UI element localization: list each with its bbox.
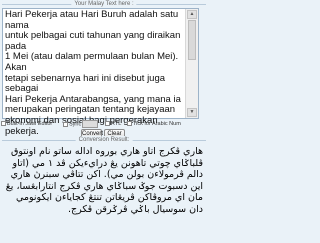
arabic-num-checkbox[interactable] <box>127 121 132 127</box>
malay-text-value[interactable]: Hari Pekerja atau Hari Buruh adalah satu… <box>5 9 186 137</box>
malay-text-input[interactable]: Hari Pekerja atau Hari Buruh adalah satu… <box>2 8 199 136</box>
sync-checkbox[interactable] <box>63 121 68 127</box>
scroll-up-icon[interactable]: ▲ <box>187 10 197 19</box>
builtin-editor-checkbox[interactable] <box>1 121 6 127</box>
input-legend-label: Your Malay Text here : <box>71 0 137 8</box>
scroll-down-icon[interactable]: ▼ <box>187 108 197 117</box>
rtl-option[interactable]: RTL <box>105 120 121 129</box>
builtin-editor-label: Built-in Jawi Editor <box>7 121 53 127</box>
result-legend-label: Conversion Result: <box>75 136 133 144</box>
sync-button[interactable] <box>82 120 99 128</box>
rtl-label: RTL <box>111 121 122 127</box>
input-legend: Your Malay Text here : <box>2 0 206 8</box>
rtl-checkbox[interactable] <box>105 121 110 127</box>
arabic-num-option[interactable]: Tick for Arabic Num <box>127 120 181 129</box>
arabic-num-label: Tick for Arabic Num <box>133 121 181 127</box>
sync-label: Sync <box>69 121 82 128</box>
result-legend: Conversion Result: <box>2 136 206 144</box>
options-bar: Built-in Jawi Editor Sync RTL Tick for A… <box>1 120 206 129</box>
conversion-result-text: هاري ڤکرج اتاو هاري بوروه اداله ساتو نام… <box>5 146 203 215</box>
input-scrollbar[interactable]: ▲ ▼ <box>185 9 198 118</box>
scroll-thumb[interactable] <box>188 20 196 60</box>
builtin-editor-option[interactable]: Built-in Jawi Editor <box>1 120 52 129</box>
